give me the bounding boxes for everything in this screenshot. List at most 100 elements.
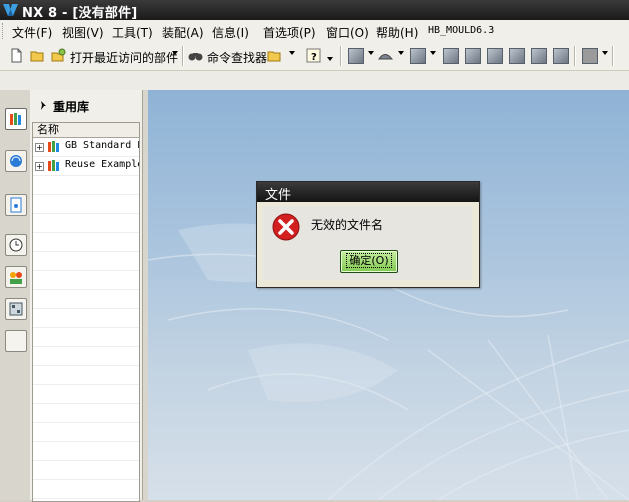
empty-row	[33, 309, 139, 328]
ok-button-label: 确定(O)	[346, 253, 392, 268]
empty-row	[33, 328, 139, 347]
expand-icon[interactable]: +	[35, 162, 44, 171]
render-style-icon[interactable]	[378, 48, 393, 63]
empty-row	[33, 176, 139, 195]
dialog-title: 文件	[265, 188, 292, 203]
pin-icon[interactable]	[38, 100, 49, 111]
empty-row	[33, 214, 139, 233]
palette-icon	[9, 302, 23, 316]
panel-header: 重用库	[38, 98, 89, 115]
menubar-grip[interactable]	[2, 23, 6, 39]
menu-file[interactable]: 文件(F)	[12, 24, 52, 41]
top-view-icon[interactable]	[465, 48, 481, 64]
open-recent-part-label[interactable]: 打开最近访问的部件	[70, 49, 178, 66]
history-tab[interactable]	[5, 234, 27, 256]
document-icon	[10, 197, 22, 213]
empty-row	[33, 480, 139, 499]
new-file-icon[interactable]	[9, 48, 24, 63]
trimetric-view-icon[interactable]	[531, 48, 547, 64]
menu-information[interactable]: 信息(I)	[212, 24, 249, 41]
dropdown-arrow[interactable]	[289, 51, 295, 55]
dropdown-arrow[interactable]	[368, 51, 374, 55]
system-scene-tab[interactable]	[5, 298, 27, 320]
menu-window[interactable]: 窗口(O)	[326, 24, 369, 41]
users-icon	[10, 272, 22, 284]
toolbar-separator	[612, 46, 614, 66]
reuse-library-panel: 重用库 名称 + GB Standard P + Reuse Example	[30, 90, 142, 502]
toolbar-strip	[0, 71, 629, 91]
dropdown-arrow[interactable]	[398, 51, 404, 55]
back-view-icon[interactable]	[553, 48, 569, 64]
empty-row	[33, 385, 139, 404]
empty-row	[33, 366, 139, 385]
help-icon[interactable]: ?	[306, 48, 321, 63]
command-finder-label[interactable]: 命令查找器	[207, 49, 267, 66]
empty-row	[33, 233, 139, 252]
standard-toolbar: 打开最近访问的部件 命令查找器 ?	[0, 42, 629, 71]
graphics-window[interactable]	[148, 90, 629, 500]
web-browser-tab[interactable]	[5, 150, 27, 172]
ok-button[interactable]: 确定(O)	[340, 250, 398, 273]
menu-hb-mould[interactable]: HB_MOULD6.3	[428, 25, 494, 36]
blank-tab[interactable]	[5, 330, 27, 352]
dialog-body: 无效的文件名 确定(O)	[263, 206, 472, 280]
dropdown-arrow[interactable]	[602, 51, 608, 55]
expand-icon[interactable]: +	[35, 143, 44, 152]
background-artwork	[148, 223, 629, 500]
window-title: NX 8 - [没有部件]	[22, 6, 138, 21]
error-icon	[272, 213, 300, 241]
open-folder-icon[interactable]	[30, 48, 45, 63]
binoculars-icon[interactable]	[188, 48, 203, 63]
view-style-icon[interactable]	[348, 48, 364, 64]
panel-title: 重用库	[53, 100, 90, 114]
toolbar-separator	[182, 46, 184, 66]
menu-bar: 文件(F) 视图(V) 工具(T) 装配(A) 信息(I) 首选项(P) 窗口(…	[0, 20, 629, 43]
recent-part-dropdown-arrow[interactable]	[172, 51, 178, 55]
menu-preferences[interactable]: 首选项(P)	[263, 24, 316, 41]
empty-row	[33, 290, 139, 309]
empty-row	[33, 423, 139, 442]
front-view-icon[interactable]	[443, 48, 459, 64]
nx-logo-icon	[3, 4, 18, 16]
iso-view-icon[interactable]	[509, 48, 525, 64]
wifi-signal-icon	[10, 155, 22, 167]
reuse-library-tab[interactable]	[5, 108, 27, 130]
menu-tools[interactable]: 工具(T)	[112, 24, 153, 41]
svg-text:?: ?	[311, 52, 317, 63]
tree-row[interactable]: + Reuse Example	[33, 157, 139, 176]
empty-row	[33, 442, 139, 461]
open-folder-icon[interactable]	[267, 48, 282, 63]
tree-item-label[interactable]: GB Standard P	[65, 140, 139, 151]
empty-row	[33, 404, 139, 423]
dropdown-arrow[interactable]	[327, 57, 333, 61]
menu-view[interactable]: 视图(V)	[62, 24, 104, 41]
library-books-icon	[48, 160, 59, 171]
empty-row	[33, 271, 139, 290]
layer-box-icon[interactable]	[582, 48, 598, 64]
dialog-message: 无效的文件名	[311, 218, 384, 232]
library-books-icon	[48, 141, 59, 152]
clock-icon	[9, 238, 23, 252]
error-dialog: 文件 无效的文件名 确定(O)	[256, 181, 480, 288]
menu-help[interactable]: 帮助(H)	[376, 24, 418, 41]
toolbar-separator	[574, 46, 576, 66]
empty-row	[33, 195, 139, 214]
menu-assembly[interactable]: 装配(A)	[162, 24, 204, 41]
toolbar-separator	[340, 46, 342, 66]
title-bar: NX 8 - [没有部件]	[0, 0, 629, 21]
books-icon	[10, 113, 21, 125]
tree-item-label[interactable]: Reuse Example	[65, 159, 139, 170]
column-header-name[interactable]: 名称	[33, 123, 139, 138]
reuse-library-tree: 名称 + GB Standard P + Reuse Example	[32, 122, 140, 502]
dialog-title-bar[interactable]: 文件	[257, 182, 479, 203]
roles-tab[interactable]	[5, 266, 27, 288]
resource-bar	[0, 90, 31, 500]
tree-row[interactable]: + GB Standard P	[33, 138, 139, 157]
dropdown-arrow[interactable]	[430, 51, 436, 55]
empty-row	[33, 252, 139, 271]
history-resource-tab[interactable]	[5, 194, 27, 216]
open-recent-part-icon[interactable]	[51, 48, 66, 63]
right-view-icon[interactable]	[487, 48, 503, 64]
shaded-cube-icon[interactable]	[410, 48, 426, 64]
empty-row	[33, 461, 139, 480]
